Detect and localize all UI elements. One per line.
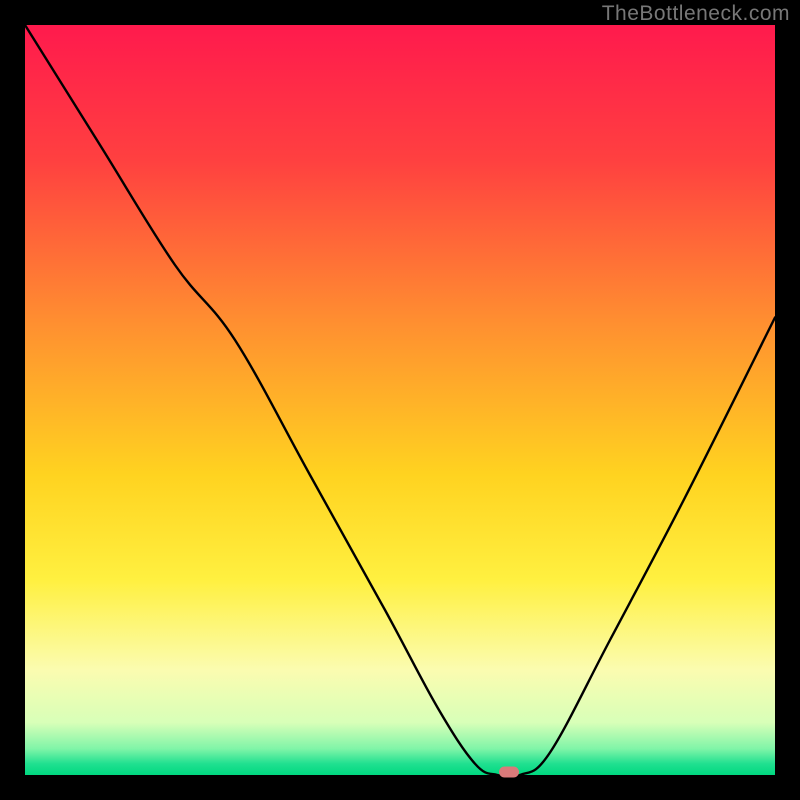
watermark-label: TheBottleneck.com: [602, 2, 790, 26]
plot-area: [25, 25, 775, 775]
optimal-point-marker: [499, 767, 519, 778]
chart-frame: TheBottleneck.com: [0, 0, 800, 800]
bottleneck-curve: [25, 25, 775, 775]
